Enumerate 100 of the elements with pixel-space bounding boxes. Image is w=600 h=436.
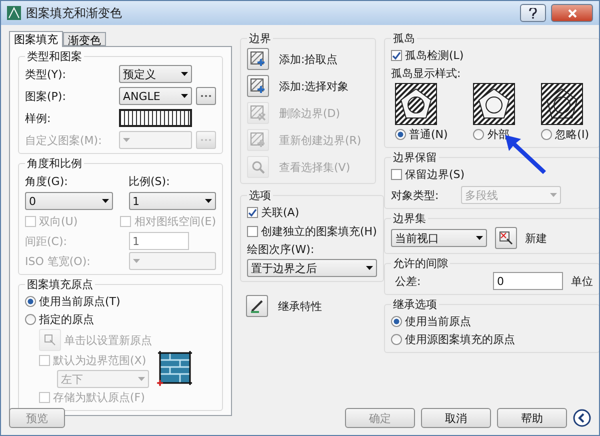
new-boundary-set-button[interactable] [495, 227, 517, 249]
tool-button[interactable] [247, 48, 269, 70]
dropdown[interactable]: 当前视口 [391, 229, 487, 247]
radio-button[interactable] [391, 334, 402, 345]
window-title: 图案填充和渐变色 [26, 4, 123, 22]
caret-icon [205, 199, 212, 203]
checkbox-label: 默认为边界范围(X) [53, 353, 146, 368]
hatch-plus-icon [250, 132, 266, 148]
brush-icon [250, 299, 264, 313]
dropdown[interactable]: 预定义 [119, 65, 192, 83]
checkbox-label: 相对图纸空间(E) [134, 214, 216, 228]
app-icon [7, 6, 21, 20]
radio-label: 普通(N) [409, 127, 448, 142]
field-label: 间距(C): [25, 234, 68, 248]
pattern-swatch[interactable] [119, 109, 192, 127]
button-label: 新建 [525, 230, 548, 246]
group-title: 边界 [248, 31, 272, 46]
caret-icon [123, 138, 130, 142]
checkbox[interactable] [391, 50, 402, 61]
brick-wall-icon [156, 348, 194, 386]
group-title: 角度和比例 [26, 156, 83, 171]
cursor-icon [44, 334, 56, 346]
radio-button[interactable] [395, 129, 406, 140]
tab[interactable]: 渐变色 [63, 32, 106, 46]
hatch-plus-icon [250, 78, 266, 94]
collapse-icon[interactable] [573, 409, 591, 427]
button-label: 添加:拾取点 [279, 52, 338, 66]
checkbox-label: 双向(U) [39, 214, 78, 228]
caret-icon [132, 259, 140, 263]
field-label: 对象类型: [391, 188, 440, 202]
checkbox-label: 保留边界(S) [405, 167, 465, 182]
group-title: 类型和图案 [26, 49, 83, 64]
dropdown[interactable]: 1 [128, 192, 216, 210]
field-label: 样例: [25, 110, 52, 126]
help-icon [529, 8, 537, 18]
island-style-preview [473, 83, 516, 125]
group-title: 允许的间隙 [392, 256, 449, 271]
radio-button[interactable] [541, 129, 552, 140]
radio-button[interactable] [25, 296, 36, 307]
checkbox[interactable] [247, 226, 258, 237]
caret-icon [181, 72, 188, 76]
group-title: 继承选项 [392, 297, 438, 312]
hatch-remove-icon [250, 105, 266, 121]
field-label: 角度(G): [25, 174, 69, 188]
input-field[interactable]: 0 [493, 272, 563, 290]
group-title: 孤岛 [392, 31, 416, 46]
radio-label: 指定的原点 [39, 312, 94, 327]
magnifier-icon [251, 160, 265, 174]
dialog-button[interactable]: 取消 [421, 408, 491, 428]
close-button[interactable] [551, 4, 593, 22]
checkbox-label: 创建独立的图案填充(H) [261, 224, 377, 239]
field-label: 比例(S): [128, 174, 171, 188]
group-title: 边界集 [392, 211, 427, 226]
radio-label: 使用当前原点(T) [39, 294, 120, 309]
caret-icon [550, 193, 557, 197]
field-label: 自定义图案(M): [25, 132, 103, 148]
inherit-button[interactable] [246, 295, 268, 317]
checkmark-icon [248, 208, 257, 217]
group-title: 图案填充原点 [26, 277, 94, 292]
radio-label: 使用源图案填充的原点 [405, 332, 515, 347]
checkbox[interactable] [391, 169, 402, 180]
checkmark-icon [392, 51, 401, 60]
unit-label: 单位 [571, 274, 593, 288]
field-label: 图案(P): [25, 88, 67, 104]
field-label: ISO 笔宽(O): [25, 254, 92, 268]
radio-button[interactable] [473, 129, 484, 140]
dropdown[interactable]: ANGLE [119, 87, 192, 105]
cursor-select-icon [499, 231, 513, 245]
field-label: 类型(Y): [25, 66, 68, 82]
group-title: 选项 [248, 188, 272, 203]
checkbox-label: 孤岛检测(L) [405, 48, 464, 63]
button-label: 删除边界(D) [279, 106, 340, 120]
caret-icon [102, 199, 108, 203]
dialog-button[interactable]: 帮助 [497, 408, 567, 428]
caret-icon [181, 94, 188, 98]
button-label: 查看选择集(V) [279, 160, 350, 174]
dropdown[interactable]: 置于边界之后 [247, 259, 377, 277]
tool-button[interactable] [247, 75, 269, 97]
browse-button[interactable] [196, 87, 216, 105]
island-style-preview [395, 83, 437, 125]
button-label: 单击以设置新原点 [64, 332, 152, 348]
radio-button[interactable] [25, 314, 36, 325]
island-style-preview [541, 83, 584, 125]
caret-icon [476, 236, 483, 240]
checkbox-label: 关联(A) [261, 205, 300, 220]
close-icon [568, 8, 576, 18]
field-label: 公差: [395, 274, 422, 288]
checkbox-label: 存储为默认原点(F) [53, 390, 145, 405]
checkbox[interactable] [247, 207, 258, 218]
radio-button[interactable] [391, 316, 402, 327]
button-label: 添加:选择对象 [279, 78, 349, 94]
group-title: 边界保留 [392, 150, 438, 165]
radio-label: 忽略(I) [555, 127, 589, 142]
dropdown[interactable]: 0 [25, 192, 112, 210]
hatch-plus-icon [250, 51, 266, 67]
tab[interactable]: 图案填充 [9, 31, 63, 47]
radio-label: 使用当前原点 [405, 314, 471, 329]
button-label: 重新创建边界(R) [279, 132, 362, 148]
field-label: 孤岛显示样式: [391, 66, 462, 81]
help-button[interactable] [520, 4, 546, 22]
